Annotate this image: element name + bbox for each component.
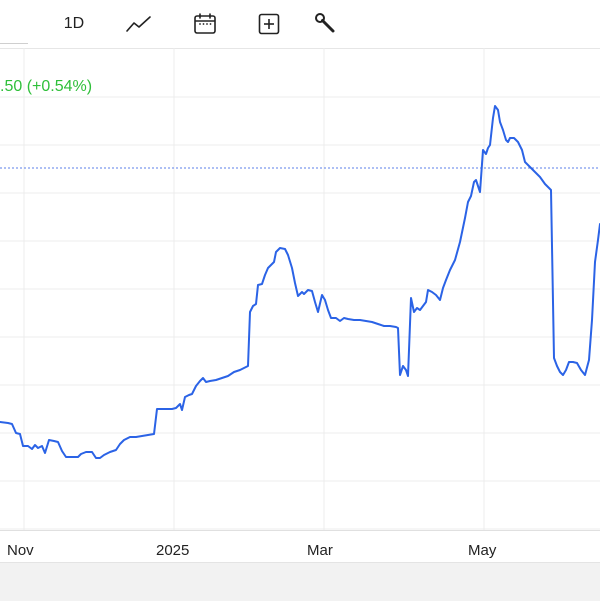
x-tick-label: Mar [307,542,333,559]
x-tick-label: Nov [7,542,34,559]
x-tick-label: 2025 [156,542,190,559]
line-chart-icon [126,15,152,33]
chart-toolbar: 1D [0,0,600,49]
wrench-icon [313,12,337,36]
price-chart[interactable] [0,48,600,530]
toolbar-edge [0,43,28,44]
add-indicator-button[interactable] [254,8,284,40]
add-indicator-icon [257,12,281,36]
calendar-icon [193,12,217,36]
range-selector-bar[interactable] [0,562,600,601]
price-series-line [0,105,600,459]
chart-type-button[interactable] [122,8,156,40]
price-change-label: .50 (+0.54%) [0,78,93,95]
chart-area[interactable] [0,48,600,530]
x-tick-label: May [468,542,497,559]
time-axis: Nov 2025 Mar May [0,530,600,563]
interval-button[interactable]: 1D [56,8,92,40]
date-range-button[interactable] [190,8,220,40]
settings-button[interactable] [310,8,340,40]
